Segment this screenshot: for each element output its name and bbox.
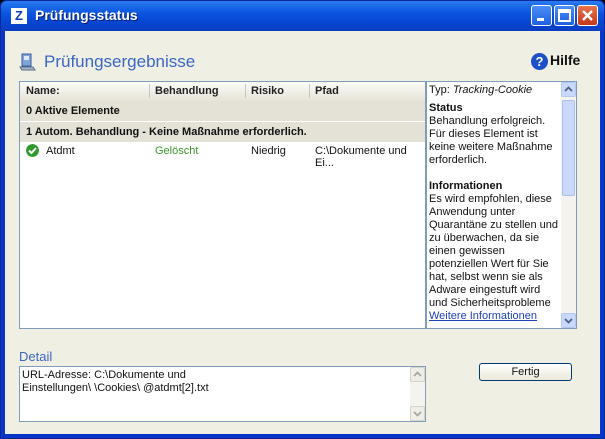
detail-scrollbar[interactable] <box>410 367 425 421</box>
client-area: Prüfungsergebnisse ? Hilfe Name: Behandl… <box>5 31 600 434</box>
info-type-label: Typ: <box>429 84 450 96</box>
group-header-active[interactable]: 0 Aktive Elemente <box>20 101 425 122</box>
scroll-thumb[interactable] <box>562 100 575 196</box>
chevron-down-icon <box>413 411 422 417</box>
row-risk: Niedrig <box>251 145 286 157</box>
info-scrollbar[interactable] <box>561 82 576 328</box>
chevron-up-icon <box>413 371 422 377</box>
info-text: Es wird empfohlen, diese Anwendung unter… <box>429 193 559 309</box>
column-name[interactable]: Name: <box>26 85 60 97</box>
maximize-button[interactable] <box>554 5 575 26</box>
detail-text: URL-Adresse: C:\Dokumente und Einstellun… <box>22 369 209 394</box>
close-button[interactable] <box>577 5 598 26</box>
help-link[interactable]: Hilfe <box>550 52 580 68</box>
row-name: Atdmt <box>46 145 75 157</box>
table-row[interactable]: Atdmt Gelöscht Niedrig C:\Dokumente und … <box>20 142 425 169</box>
info-panel[interactable]: Typ: Tracking-Cookie Status Behandlung e… <box>426 81 577 329</box>
status-heading: Status <box>429 102 463 114</box>
status-text: Behandlung erfolgreich. Für dieses Eleme… <box>429 115 553 166</box>
maximize-icon <box>558 9 571 22</box>
close-icon <box>582 10 593 21</box>
computer-scan-icon <box>19 53 36 71</box>
list-header: Name: Behandlung Risiko Pfad <box>20 82 425 102</box>
detail-label: Detail <box>19 349 53 364</box>
info-type-value: Tracking-Cookie <box>452 84 533 96</box>
column-risk[interactable]: Risiko <box>251 85 284 97</box>
finish-button[interactable]: Fertig <box>479 363 572 381</box>
detail-scroll-down[interactable] <box>410 406 425 421</box>
minimize-button[interactable] <box>531 5 552 26</box>
check-icon <box>26 144 39 157</box>
column-divider <box>245 84 246 98</box>
group-label: 0 Aktive Elemente <box>26 105 120 117</box>
detail-textarea[interactable]: URL-Adresse: C:\Dokumente und Einstellun… <box>19 366 426 422</box>
more-info-link[interactable]: Weitere Informationen <box>429 310 559 323</box>
minimize-icon <box>537 18 544 21</box>
group-label: 1 Autom. Behandlung - Keine Maßnahme erf… <box>26 126 307 138</box>
app-window: Z Prüfungsstatus Prüfungsergebnisse ? Hi… <box>0 0 605 439</box>
column-treatment[interactable]: Behandlung <box>155 85 219 97</box>
help-icon[interactable]: ? <box>531 53 548 70</box>
scroll-down-button[interactable] <box>561 313 576 328</box>
column-divider <box>149 84 150 98</box>
detail-scroll-up[interactable] <box>410 367 425 382</box>
results-list[interactable]: Name: Behandlung Risiko Pfad 0 Aktive El… <box>19 81 426 329</box>
page-title: Prüfungsergebnisse <box>44 52 196 71</box>
row-path: C:\Dokumente und Ei... <box>315 145 407 169</box>
column-path[interactable]: Pfad <box>315 85 339 97</box>
scroll-up-button[interactable] <box>561 82 576 97</box>
chevron-down-icon <box>564 318 573 324</box>
column-divider <box>309 84 310 98</box>
row-treatment: Gelöscht <box>155 145 199 157</box>
info-heading: Informationen <box>429 180 503 192</box>
window-title: Prüfungsstatus <box>35 7 138 23</box>
group-header-auto[interactable]: 1 Autom. Behandlung - Keine Maßnahme erf… <box>20 122 425 143</box>
chevron-up-icon <box>564 86 573 92</box>
title-bar[interactable]: Z Prüfungsstatus <box>1 1 604 31</box>
app-logo-icon: Z <box>11 8 27 24</box>
